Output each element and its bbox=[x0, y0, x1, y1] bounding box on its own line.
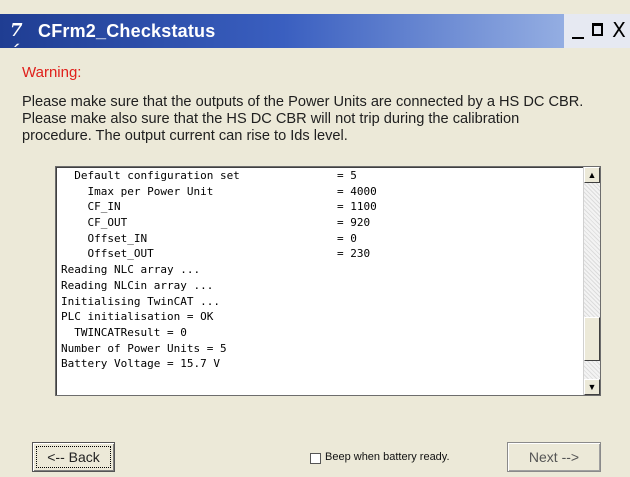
log-line-value: = 920 bbox=[337, 216, 371, 230]
log-line: Initialising TwinCAT ... bbox=[61, 294, 377, 310]
next-button[interactable]: Next --> bbox=[507, 442, 601, 472]
app-icon: 7´ bbox=[10, 20, 23, 63]
log-line: Offset_IN = 0 bbox=[61, 231, 377, 247]
log-line-text: Offset_OUT bbox=[61, 247, 154, 261]
warning-line: Please make also sure that the HS DC CBR… bbox=[22, 111, 520, 127]
log-line: TWINCATResult = 0 bbox=[61, 325, 377, 341]
log-line: Default configuration set = 5 bbox=[61, 168, 377, 184]
log-line-value: = 1100 bbox=[337, 200, 377, 214]
log-line-text: Number of Power Units = 5 bbox=[61, 341, 227, 355]
maximize-button[interactable] bbox=[588, 19, 608, 43]
log-lines: Default configuration set = 5 Imax per Po… bbox=[61, 168, 377, 372]
log-line-text: Offset_IN bbox=[61, 231, 148, 245]
log-line: Battery Voltage = 15.7 V bbox=[61, 356, 377, 372]
close-button[interactable]: X bbox=[609, 19, 629, 43]
beep-checkbox-label[interactable]: Beep when battery ready. bbox=[325, 451, 450, 463]
scroll-thumb[interactable] bbox=[584, 316, 600, 361]
status-log[interactable]: Default configuration set = 5 Imax per Po… bbox=[55, 166, 601, 396]
log-line-text: Initialising TwinCAT ... bbox=[61, 294, 220, 308]
log-line-text: Imax per Power Unit bbox=[61, 184, 214, 198]
log-line: Reading NLC array ... bbox=[61, 262, 377, 278]
scroll-up-button[interactable]: ▲ bbox=[584, 167, 600, 183]
close-icon: X bbox=[612, 18, 626, 42]
log-line: Number of Power Units = 5 bbox=[61, 341, 377, 357]
warning-heading: Warning: bbox=[22, 64, 82, 81]
back-button[interactable]: <-- Back bbox=[32, 442, 115, 472]
log-line: CF_OUT = 920 bbox=[61, 215, 377, 231]
log-line-text: Default configuration set bbox=[61, 169, 240, 182]
log-line-text: Reading NLC array ... bbox=[61, 263, 201, 277]
scroll-down-button[interactable]: ▼ bbox=[584, 379, 600, 395]
minimize-button[interactable] bbox=[568, 19, 588, 43]
warning-line: Please make sure that the outputs of the… bbox=[22, 94, 584, 110]
arrow-down-icon: ▼ bbox=[587, 382, 597, 392]
log-line: Reading NLCin array ... bbox=[61, 278, 377, 294]
log-line: CF_IN = 1100 bbox=[61, 199, 377, 215]
maximize-icon bbox=[592, 23, 603, 36]
warning-line: procedure. The output current can rise t… bbox=[22, 128, 348, 144]
log-line-value: = 4000 bbox=[337, 184, 377, 198]
title-bar[interactable]: 7´ CFrm2_Checkstatus X bbox=[0, 14, 630, 63]
log-line-value: = 230 bbox=[337, 247, 371, 261]
log-line-text: CF_IN bbox=[61, 200, 121, 214]
beep-checkbox[interactable] bbox=[310, 453, 321, 464]
log-line-text: TWINCATResult = 0 bbox=[61, 325, 187, 339]
log-line-text: CF_OUT bbox=[61, 216, 128, 230]
arrow-up-icon: ▲ bbox=[587, 170, 597, 180]
window-controls: X bbox=[564, 14, 630, 48]
warning-description: Please make sure that the outputs of the… bbox=[22, 94, 627, 145]
window-title: CFrm2_Checkstatus bbox=[38, 21, 216, 41]
log-scrollbar[interactable]: ▲ ▼ bbox=[583, 167, 600, 395]
minimize-icon bbox=[572, 37, 584, 39]
log-line-value: = 0 bbox=[337, 231, 357, 245]
log-line-text: Battery Voltage = 15.7 V bbox=[61, 357, 220, 371]
log-line-text: PLC initialisation = OK bbox=[61, 310, 214, 324]
checkstatus-window: 7´ CFrm2_Checkstatus X Warning: Please m… bbox=[0, 0, 630, 477]
log-line: Imax per Power Unit = 4000 bbox=[61, 184, 377, 200]
log-line-value: = 5 bbox=[337, 169, 357, 182]
log-line-text: Reading NLCin array ... bbox=[61, 278, 214, 292]
log-line: Offset_OUT = 230 bbox=[61, 246, 377, 262]
log-line: PLC initialisation = OK bbox=[61, 309, 377, 325]
